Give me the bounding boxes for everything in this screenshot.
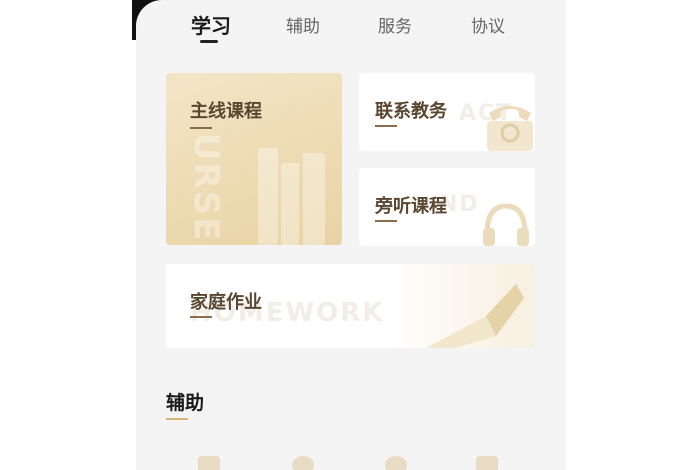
telephone-icon bbox=[487, 106, 533, 151]
app-screen: 学习 辅助 服务 协议 URSE 主线课程 ACT 联系教务 ND 旁听课程 H… bbox=[136, 0, 566, 470]
tab-study[interactable]: 学习 bbox=[191, 10, 231, 39]
card-watermark: URSE bbox=[186, 133, 226, 243]
book-spine-decoration bbox=[303, 153, 325, 245]
contact-office-title: 联系教务 bbox=[375, 101, 447, 122]
headphones-icon bbox=[483, 203, 529, 246]
contact-office-card[interactable]: ACT 联系教务 bbox=[359, 73, 535, 151]
tab-assist[interactable]: 辅助 bbox=[286, 12, 320, 37]
main-course-title: 主线课程 bbox=[190, 101, 262, 122]
tab-agreement[interactable]: 协议 bbox=[471, 12, 505, 37]
audit-course-card[interactable]: ND 旁听课程 bbox=[359, 168, 535, 246]
pen-icon bbox=[426, 284, 524, 348]
homework-card[interactable]: HOMEWORK 家庭作业 bbox=[166, 264, 535, 348]
cart-icon[interactable] bbox=[292, 456, 314, 470]
title-underline bbox=[190, 127, 212, 129]
assist-section-title: 辅助 bbox=[166, 392, 205, 414]
title-underline bbox=[375, 125, 397, 127]
person-pin-icon[interactable] bbox=[198, 456, 220, 470]
section-underline bbox=[166, 418, 188, 420]
title-underline bbox=[375, 220, 397, 222]
title-underline bbox=[190, 316, 212, 318]
document-icon[interactable] bbox=[476, 456, 498, 470]
top-tab-bar: 学习 辅助 服务 协议 bbox=[136, 0, 566, 60]
main-course-card[interactable]: URSE 主线课程 bbox=[166, 73, 342, 245]
tab-service[interactable]: 服务 bbox=[378, 12, 412, 37]
book-spine-decoration bbox=[258, 148, 278, 245]
location-icon[interactable] bbox=[385, 456, 407, 470]
homework-title: 家庭作业 bbox=[190, 292, 262, 313]
audit-course-title: 旁听课程 bbox=[375, 196, 447, 217]
active-tab-indicator bbox=[200, 40, 218, 43]
book-spine-decoration bbox=[281, 163, 299, 245]
